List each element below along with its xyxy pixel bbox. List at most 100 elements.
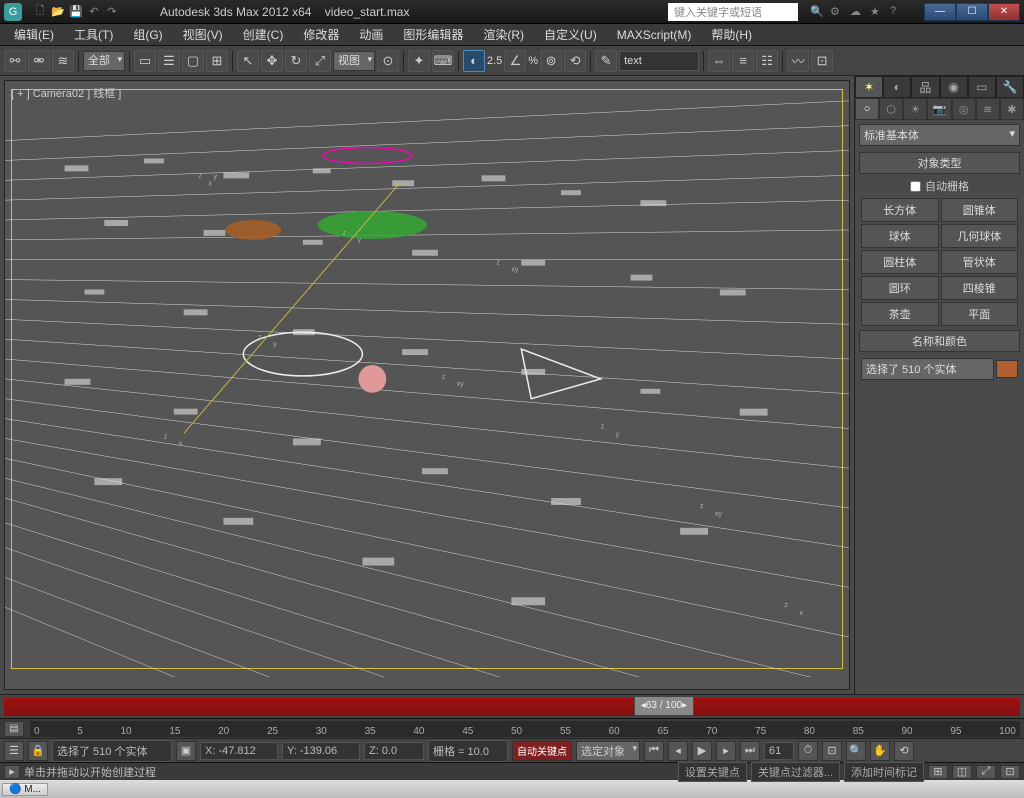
sphere-button[interactable]: 球体 [861,224,939,248]
open-icon[interactable]: 📂 [50,4,66,20]
scale-icon[interactable]: ⤢ [309,50,331,72]
set-key-button[interactable]: 设置关键点 [678,762,747,782]
trackbar-open-icon[interactable]: ▤ [4,721,24,737]
menu-animation[interactable]: 动画 [349,24,393,45]
zoom-icon[interactable]: 🔍 [846,741,866,761]
pyramid-button[interactable]: 四棱锥 [941,276,1019,300]
spacewarps-icon[interactable]: ≋ [976,98,1000,120]
bind-space-warp-icon[interactable]: ≋ [52,50,74,72]
play-icon[interactable]: ▶ [692,741,712,761]
menu-customize[interactable]: 自定义(U) [534,24,607,45]
select-icon[interactable]: ↖ [237,50,259,72]
current-frame-field[interactable]: 61 [764,742,794,760]
angle-snap-icon[interactable]: ∠ [504,50,526,72]
object-type-rollout[interactable]: 对象类型 [859,152,1020,174]
goto-start-icon[interactable]: ⏮ [644,741,664,761]
select-by-name-icon[interactable]: ☰ [158,50,180,72]
utilities-tab-icon[interactable]: 🔧 [996,76,1024,98]
redo-icon[interactable]: ↷ [104,4,120,20]
schematic-view-icon[interactable]: ⊡ [811,50,833,72]
pan-icon[interactable]: ✋ [870,741,890,761]
teapot-button[interactable]: 茶壶 [861,302,939,326]
goto-end-icon[interactable]: ⏭ [740,741,760,761]
menu-help[interactable]: 帮助(H) [701,24,762,45]
viewport-nav1-icon[interactable]: ⊞ [928,765,948,779]
rotate-icon[interactable]: ↻ [285,50,307,72]
menu-tools[interactable]: 工具(T) [64,24,123,45]
move-icon[interactable]: ✥ [261,50,283,72]
align-icon[interactable]: ≡ [732,50,754,72]
unlink-icon[interactable]: ⚮ [28,50,50,72]
new-icon[interactable]: 🗋 [32,4,48,20]
save-icon[interactable]: 💾 [68,4,84,20]
menu-create[interactable]: 创建(C) [233,24,294,45]
maxscript-listener-icon[interactable]: ☰ [4,741,24,761]
auto-grid-checkbox[interactable]: 自动栅格 [855,176,1024,196]
isolate-icon[interactable]: ▣ [176,741,196,761]
search-icon[interactable]: 🔍 [810,5,824,19]
coord-x[interactable]: X: -47.812 [200,742,278,760]
viewport-camera02[interactable]: [ + ] Camera02 ] 线框 ] [4,80,850,690]
geometry-icon[interactable]: ○ [855,98,879,120]
app-icon[interactable]: G [4,3,22,21]
selection-filter-combo[interactable]: 全部 [83,51,125,71]
ref-coord-combo[interactable]: 视图 [333,51,375,71]
time-slider-track[interactable]: ◂ 63 / 100 ▸ [4,698,1020,716]
systems-icon[interactable]: ✱ [1000,98,1024,120]
geosphere-button[interactable]: 几何球体 [941,224,1019,248]
undo-icon[interactable]: ↶ [86,4,102,20]
helpers-icon[interactable]: ◎ [952,98,976,120]
menu-maxscript[interactable]: MAXScript(M) [607,26,702,44]
keyboard-shortcut-icon[interactable]: ⌨ [432,50,454,72]
box-button[interactable]: 长方体 [861,198,939,222]
name-color-rollout[interactable]: 名称和颜色 [859,330,1020,352]
orbit-icon[interactable]: ⟲ [894,741,914,761]
add-time-tag[interactable]: 添加时间标记 [844,762,924,782]
plane-button[interactable]: 平面 [941,302,1019,326]
subscription-icon[interactable]: ⚙ [830,5,844,19]
coord-y[interactable]: Y: -139.06 [282,742,360,760]
object-name-field[interactable]: 选择了 510 个实体 [861,358,994,380]
select-manipulate-icon[interactable]: ✦ [408,50,430,72]
modify-tab-icon[interactable]: ◐ [883,76,911,98]
viewport-label[interactable]: [ + ] Camera02 ] 线框 ] [11,85,121,101]
percent-snap-icon[interactable]: ⊚ [540,50,562,72]
minimize-button[interactable]: — [924,3,956,21]
menu-edit[interactable]: 编辑(E) [4,24,64,45]
auto-key-button[interactable]: 自动关键点 [512,741,572,761]
menu-graphed[interactable]: 图形编辑器 [393,24,473,45]
create-tab-icon[interactable]: ✶ [855,76,883,98]
named-selection-input[interactable] [619,51,699,71]
lock-selection-icon[interactable]: 🔒 [28,741,48,761]
menu-views[interactable]: 视图(V) [173,24,233,45]
menu-group[interactable]: 组(G) [123,24,172,45]
favorites-icon[interactable]: ★ [870,5,884,19]
cylinder-button[interactable]: 圆柱体 [861,250,939,274]
infocenter-search[interactable]: 键入关键字或短语 [668,3,798,21]
mirror-icon[interactable]: ⇔ [708,50,730,72]
tube-button[interactable]: 管状体 [941,250,1019,274]
menu-modifiers[interactable]: 修改器 [293,24,349,45]
next-frame-icon[interactable]: ▸ [716,741,736,761]
cone-button[interactable]: 圆锥体 [941,198,1019,222]
key-mode-combo[interactable]: 选定对象 [576,741,640,761]
viewport-nav2-icon[interactable]: ◫ [952,765,972,779]
exchange-icon[interactable]: ☁ [850,5,864,19]
key-filters-button[interactable]: 关键点过滤器... [751,762,840,782]
viewport-nav4-icon[interactable]: ⊡ [1000,765,1020,779]
window-crossing-icon[interactable]: ⊞ [206,50,228,72]
shapes-icon[interactable]: ⬡ [879,98,903,120]
curve-editor-icon[interactable]: 〰 [787,50,809,72]
layers-icon[interactable]: ☷ [756,50,778,72]
select-region-icon[interactable]: ▢ [182,50,204,72]
category-dropdown[interactable]: 标准基本体▾ [859,124,1020,146]
object-color-swatch[interactable] [996,360,1018,378]
maximize-button[interactable]: ☐ [956,3,988,21]
time-config-icon[interactable]: ⏱ [798,741,818,761]
help-icon[interactable]: ? [890,5,904,19]
lights-icon[interactable]: ☀ [903,98,927,120]
spinner-snap-icon[interactable]: ⟲ [564,50,586,72]
cameras-icon[interactable]: 📷 [927,98,951,120]
menu-rendering[interactable]: 渲染(R) [473,24,534,45]
hierarchy-tab-icon[interactable]: 品 [911,76,939,98]
